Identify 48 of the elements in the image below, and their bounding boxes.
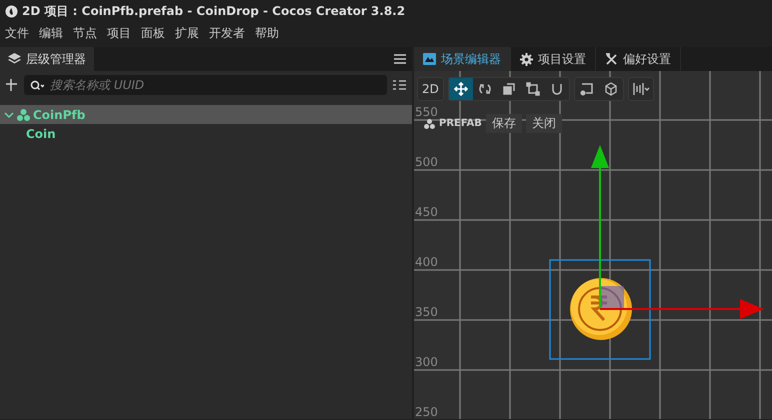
axis-label: 250 [415, 405, 438, 419]
anchor-square [600, 286, 624, 310]
menu-item[interactable]: 节点 [73, 24, 97, 42]
add-icon[interactable] [6, 79, 18, 91]
move-icon [454, 82, 468, 96]
menu-item[interactable]: 编辑 [39, 24, 63, 42]
cube-icon [604, 82, 618, 96]
prefab-icon [424, 118, 435, 128]
rect-tool-icon [526, 82, 540, 96]
search-field[interactable]: 搜索名称或 UUID [24, 75, 387, 95]
axis-label: 550 [415, 105, 438, 119]
layers-icon [8, 53, 21, 65]
tools-icon [605, 52, 618, 66]
menu-item[interactable]: 扩展 [175, 24, 199, 42]
align-icon [632, 82, 650, 96]
save-button[interactable]: 保存 [486, 114, 522, 133]
menu-item[interactable]: 面板 [141, 24, 165, 42]
panel-tab[interactable]: 层级管理器 [0, 47, 94, 71]
scene-icon [423, 53, 436, 65]
menu-item[interactable]: 帮助 [255, 24, 279, 42]
axis-label: 450 [415, 205, 438, 219]
tree-item[interactable]: CoinPfb [0, 105, 412, 124]
mode-button[interactable]: 2D [417, 77, 444, 101]
close-button[interactable]: 关闭 [526, 114, 562, 133]
coin-drawing [570, 278, 632, 340]
scene-canvas[interactable]: 550 500 450 400 350 300 250 2D PREFAB 保存 关闭 [414, 71, 772, 419]
rotate-icon [478, 82, 492, 96]
menu-item[interactable]: 项目 [107, 24, 131, 42]
menu-item[interactable]: 开发者 [209, 24, 245, 42]
editor-tab[interactable]: 场景编辑器 [414, 47, 511, 71]
chevron-down-icon [4, 110, 14, 118]
prefab-label: PREFAB [439, 118, 482, 129]
window-title: 2D 项目 : CoinPfb.prefab - CoinDrop - Cocos Creator 3.8.2 [22, 2, 406, 20]
menu-icon[interactable] [394, 54, 406, 64]
axis-label: 500 [415, 155, 438, 169]
prefab-icon [17, 108, 30, 120]
pivot-icon [580, 82, 594, 96]
sort-icon[interactable] [393, 80, 406, 90]
scale-icon [502, 82, 516, 96]
gear-icon [520, 52, 533, 66]
menu-item[interactable]: 文件 [5, 24, 29, 42]
axis-label: 400 [415, 255, 438, 269]
magnet-icon [550, 82, 564, 96]
tool-button[interactable] [448, 78, 473, 100]
axis-label: 350 [415, 305, 438, 319]
app-logo-icon [5, 4, 18, 18]
tree-item[interactable]: Coin [0, 124, 412, 143]
axis-label: 300 [415, 355, 438, 369]
